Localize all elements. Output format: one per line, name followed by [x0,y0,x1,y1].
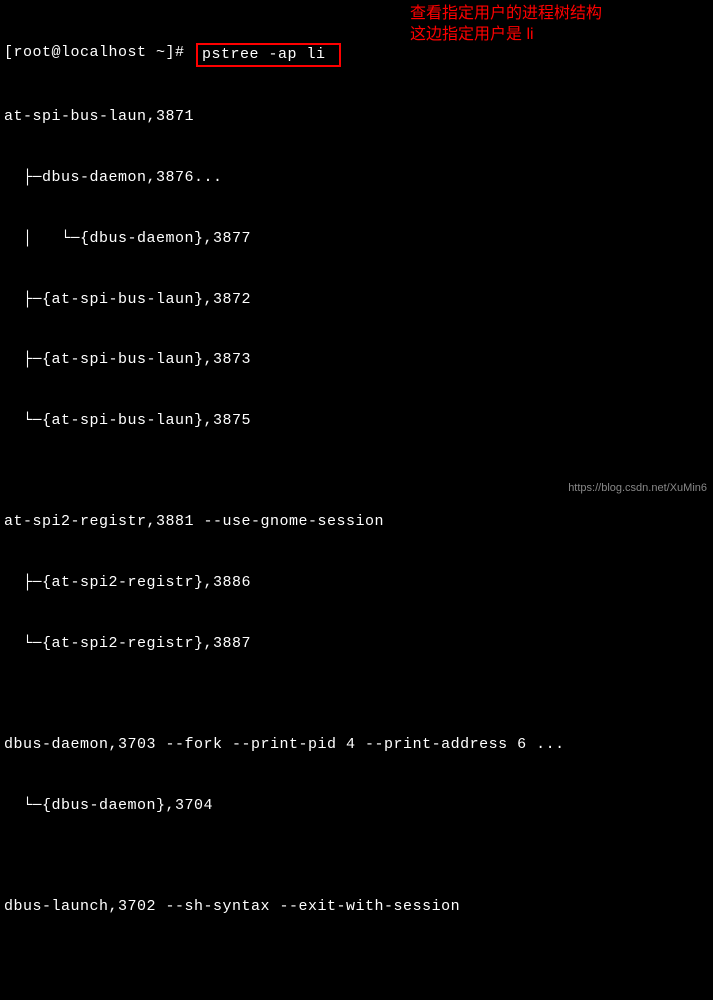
tree-row: dbus-daemon,3703 --fork --print-pid 4 --… [4,735,709,755]
tree-row: dbus-launch,3702 --sh-syntax --exit-with… [4,897,709,917]
annotation-text-2: 这边指定用户是 li [410,25,534,46]
tree-row: ├─dbus-daemon,3876... [4,168,709,188]
tree-row: ├─{at-spi-bus-laun},3872 [4,290,709,310]
terminal-output: [root@localhost ~]# pstree -ap li at-spi… [0,0,713,1000]
tree-row: └─{at-spi2-registr},3887 [4,634,709,654]
watermark-text: https://blog.csdn.net/XuMin6 [568,481,707,496]
command-highlight-box: pstree -ap li [196,43,341,67]
tree-row: ├─{at-spi-bus-laun},3873 [4,350,709,370]
annotation-text-1: 查看指定用户的进程树结构 [410,4,602,25]
tree-row: │ └─{dbus-daemon},3877 [4,229,709,249]
command-text: pstree -ap li [202,46,335,63]
tree-row: at-spi2-registr,3881 --use-gnome-session [4,512,709,532]
tree-row: at-spi-bus-laun,3871 [4,107,709,127]
prompt-line: [root@localhost ~]# pstree -ap li [4,43,709,67]
tree-row: └─{at-spi-bus-laun},3875 [4,411,709,431]
tree-row: └─{dbus-daemon},3704 [4,796,709,816]
shell-prompt: [root@localhost ~]# [4,43,194,63]
tree-row: dconf-service,4196 [4,998,709,1000]
tree-row: ├─{at-spi2-registr},3886 [4,573,709,593]
